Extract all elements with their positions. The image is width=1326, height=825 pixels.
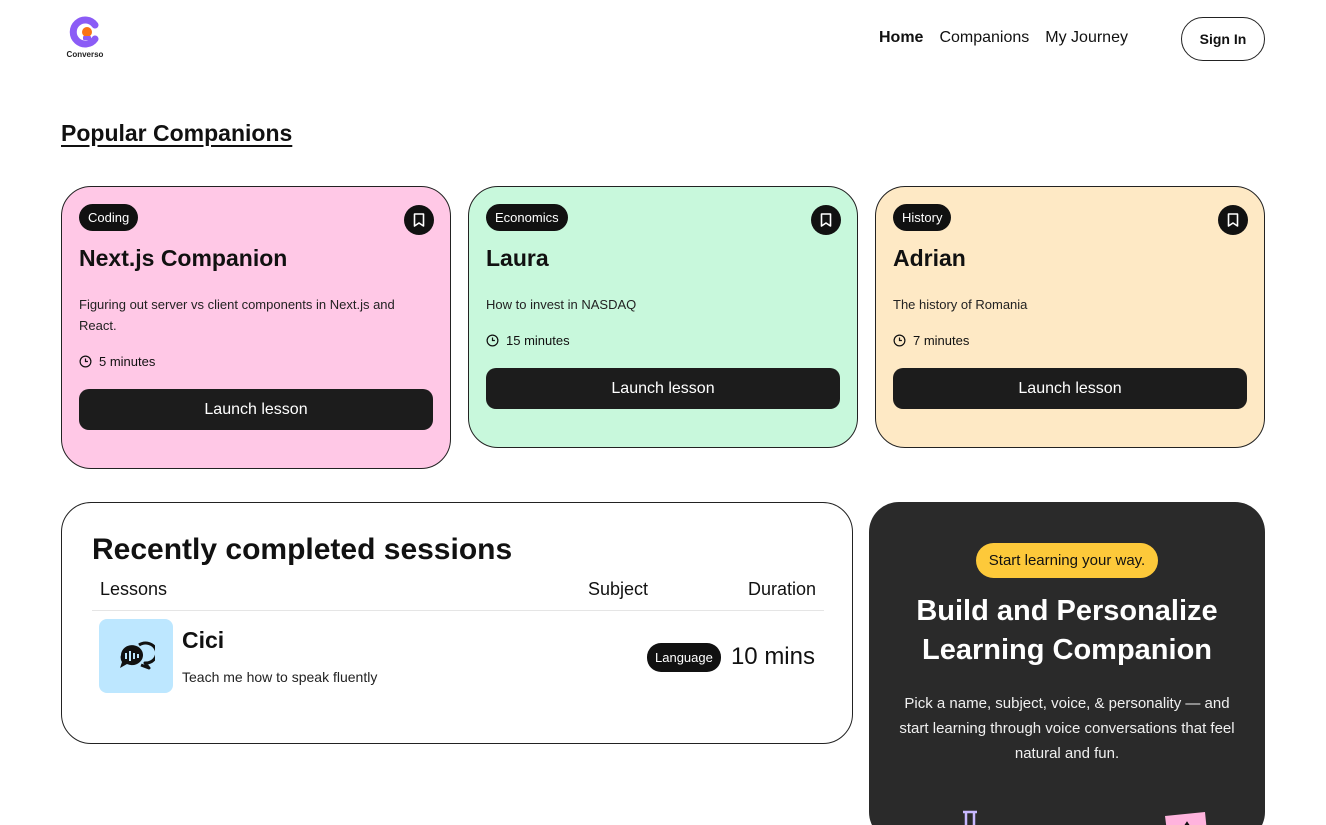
language-chat-icon (120, 641, 155, 670)
bookmark-button[interactable] (1218, 205, 1248, 235)
session-name: Cici (182, 627, 225, 653)
companion-name: Next.js Companion (79, 245, 288, 271)
duration-text: 7 minutes (913, 333, 970, 348)
section-title: Popular Companions (61, 120, 293, 146)
companion-card: Coding Next.js Companion Figuring out se… (61, 186, 451, 469)
logo-text: Converso (66, 50, 104, 59)
sticky-note-illustration-icon (1165, 812, 1207, 825)
subject-icon-box (99, 619, 173, 693)
bookmark-button[interactable] (811, 205, 841, 235)
bookmark-icon (820, 213, 832, 227)
cta-tag: Start learning your way. (975, 543, 1159, 578)
session-duration: 10 mins (730, 643, 815, 670)
sign-in-button[interactable]: Sign In (1181, 17, 1265, 61)
duration: 5 minutes (79, 354, 433, 369)
companion-name: Laura (486, 245, 549, 271)
cta-title: Build and Personalize Learning Companion (916, 595, 1218, 666)
bookmark-icon (1227, 213, 1239, 227)
column-header-duration: Duration (747, 579, 816, 599)
cta-panel: Start learning your way. Build and Perso… (869, 502, 1265, 825)
launch-lesson-button[interactable]: Launch lesson (79, 389, 433, 430)
duration-text: 15 minutes (506, 333, 570, 348)
recent-sessions-panel: Recently completed sessions Lessons Subj… (61, 502, 853, 744)
companion-card: History Adrian The history of Romania 7 … (875, 186, 1265, 448)
bookmark-icon (413, 213, 425, 227)
subject-badge: Language (647, 643, 721, 672)
clock-icon (486, 334, 499, 347)
companion-topic: How to invest in NASDAQ (486, 297, 637, 312)
nav-my-journey[interactable]: My Journey (1045, 29, 1128, 47)
bookmark-button[interactable] (404, 205, 434, 235)
subject-badge: History (893, 204, 952, 231)
launch-lesson-button[interactable]: Launch lesson (486, 368, 840, 409)
table-header: Lessons Subject Duration (92, 578, 824, 611)
ruler-illustration-icon (963, 810, 977, 825)
clock-icon (79, 355, 92, 368)
logo[interactable]: Converso (62, 16, 108, 62)
launch-lesson-button[interactable]: Launch lesson (893, 368, 1247, 409)
companion-topic: Figuring out server vs client components… (79, 297, 395, 333)
companion-card: Economics Laura How to invest in NASDAQ … (468, 186, 858, 448)
subject-badge: Economics (486, 204, 568, 231)
clock-icon (893, 334, 906, 347)
column-header-subject: Subject (588, 579, 649, 599)
duration: 7 minutes (893, 333, 1247, 348)
duration: 15 minutes (486, 333, 840, 348)
main-nav: Home Companions My Journey (879, 29, 1144, 47)
table-row[interactable]: Cici Teach me how to speak fluently Lang… (99, 619, 815, 694)
duration-text: 5 minutes (99, 354, 156, 369)
recent-sessions-title: Recently completed sessions (92, 533, 513, 566)
session-topic: Teach me how to speak fluently (182, 669, 378, 685)
nav-home[interactable]: Home (879, 29, 923, 47)
cta-description: Pick a name, subject, voice, & personali… (899, 695, 1235, 762)
subject-badge: Coding (79, 204, 139, 231)
companion-topic: The history of Romania (893, 297, 1028, 312)
nav-companions[interactable]: Companions (939, 29, 1029, 47)
companion-name: Adrian (893, 245, 966, 271)
logo-mark-icon (69, 16, 101, 48)
column-header-lessons: Lessons (100, 579, 168, 599)
